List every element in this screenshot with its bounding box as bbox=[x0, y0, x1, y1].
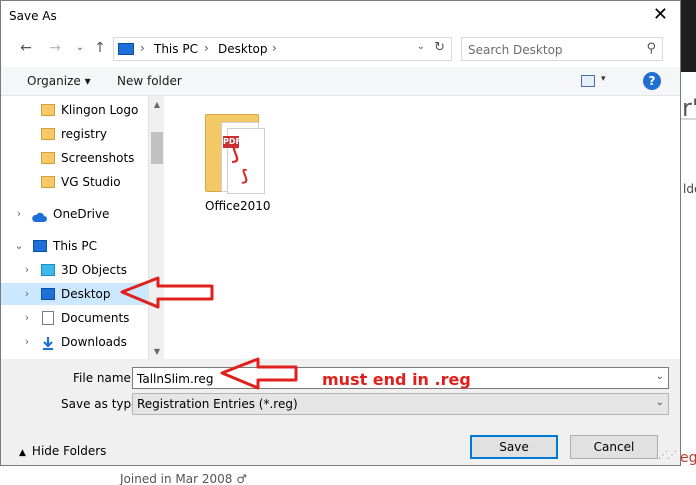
cube-icon bbox=[41, 264, 55, 276]
new-folder-button[interactable]: New folder bbox=[117, 74, 182, 88]
chevron-right-icon[interactable]: › bbox=[21, 283, 33, 305]
folder-icon bbox=[41, 128, 55, 140]
filetype-dropdown-icon[interactable]: ⌄ bbox=[656, 397, 664, 408]
file-name-label: Office2010 bbox=[205, 199, 271, 213]
pc-icon bbox=[33, 240, 47, 252]
tree-item-3d-objects[interactable]: › 3D Objects bbox=[1, 259, 148, 281]
background-footer bbox=[0, 466, 696, 485]
background-divider bbox=[681, 118, 696, 120]
tree-item-documents[interactable]: › Documents bbox=[1, 307, 148, 329]
forward-arrow-icon[interactable]: → bbox=[46, 39, 64, 57]
pdf-folder-icon: PDF ⟆ ⟆ bbox=[205, 114, 267, 194]
folder-icon bbox=[41, 104, 55, 116]
hide-folders-label: Hide Folders bbox=[31, 444, 107, 458]
view-options-icon[interactable] bbox=[581, 75, 595, 87]
filetype-select[interactable]: Registration Entries (*.reg) ⌄ bbox=[132, 393, 669, 415]
tree-item-label: This PC bbox=[53, 239, 97, 253]
save-button[interactable]: Save bbox=[470, 435, 558, 459]
search-box[interactable]: ⚲ bbox=[461, 37, 663, 61]
filename-label: File name: bbox=[73, 371, 135, 385]
chevron-down-icon[interactable]: ⌄ bbox=[13, 235, 25, 257]
tree-item-screenshots[interactable]: Screenshots bbox=[1, 147, 148, 169]
tree-item-label: Documents bbox=[61, 311, 130, 325]
file-item-office2010[interactable]: PDF ⟆ ⟆ Office2010 bbox=[197, 108, 277, 213]
back-arrow-icon[interactable]: ← bbox=[17, 39, 35, 57]
close-icon[interactable]: ✕ bbox=[653, 5, 668, 25]
breadcrumb-separator[interactable]: › bbox=[272, 41, 277, 55]
organize-button[interactable]: Organize ▾ bbox=[27, 74, 91, 88]
help-icon[interactable]: ? bbox=[643, 72, 661, 90]
window-title: Save As bbox=[9, 9, 57, 23]
hide-folders-button[interactable]: ▲ Hide Folders bbox=[19, 444, 106, 458]
filename-dropdown-icon[interactable]: ⌄ bbox=[656, 371, 664, 382]
tree-item-this-pc[interactable]: ⌄ This PC bbox=[1, 235, 148, 257]
document-icon bbox=[42, 311, 54, 325]
view-dropdown-icon[interactable]: ▾ bbox=[601, 74, 606, 84]
tree-item-label: registry bbox=[61, 127, 107, 141]
search-input[interactable] bbox=[468, 42, 638, 58]
file-list: PDF ⟆ ⟆ Office2010 bbox=[165, 96, 680, 360]
tree-scrollbar[interactable]: ▲ ▼ bbox=[148, 96, 164, 360]
chevron-right-icon[interactable]: › bbox=[21, 259, 33, 281]
screen: r's lde eg Joined in Mar 2008 ♂ Save As … bbox=[0, 0, 696, 485]
tree-item-desktop[interactable]: › Desktop bbox=[1, 283, 148, 305]
background-red-text: eg bbox=[680, 450, 696, 466]
filetype-value: Registration Entries (*.reg) bbox=[137, 397, 298, 411]
cancel-button[interactable]: Cancel bbox=[570, 435, 658, 459]
this-pc-icon bbox=[118, 43, 134, 55]
refresh-icon[interactable]: ↻ bbox=[434, 40, 445, 55]
tree-item-label: Desktop bbox=[61, 287, 111, 301]
background-page-header bbox=[681, 0, 696, 72]
breadcrumb-this-pc[interactable]: This PC bbox=[154, 42, 198, 56]
tree-item-klingon-logo[interactable]: Klingon Logo bbox=[1, 99, 148, 121]
background-side-text: lde bbox=[683, 182, 696, 196]
caret-up-icon: ▲ bbox=[19, 448, 26, 458]
recent-locations-icon[interactable]: ⌄ bbox=[71, 39, 89, 57]
tree-item-registry[interactable]: registry bbox=[1, 123, 148, 145]
address-bar[interactable]: › This PC › Desktop › ⌄ ↻ bbox=[113, 37, 452, 61]
folder-icon bbox=[41, 152, 55, 164]
scroll-down-icon[interactable]: ▼ bbox=[149, 347, 165, 356]
up-arrow-icon[interactable]: ↑ bbox=[91, 39, 109, 57]
tree-item-label: Screenshots bbox=[61, 151, 135, 165]
tree-item-label: Downloads bbox=[61, 335, 127, 349]
navigation-tree: Klingon Logo registry Screenshots VG Stu… bbox=[1, 96, 148, 360]
scroll-up-icon[interactable]: ▲ bbox=[149, 100, 165, 109]
background-joined-text: Joined in Mar 2008 ♂ bbox=[120, 472, 247, 485]
tree-item-onedrive[interactable]: › OneDrive bbox=[1, 203, 148, 225]
chevron-right-icon[interactable]: › bbox=[21, 331, 33, 353]
title-bar: Save As ✕ bbox=[1, 1, 680, 31]
tree-item-downloads[interactable]: › Downloads bbox=[1, 331, 148, 353]
command-bar: Organize ▾ New folder ▾ ? bbox=[1, 67, 680, 95]
tree-item-label: VG Studio bbox=[61, 175, 121, 189]
tree-item-label: Klingon Logo bbox=[61, 103, 139, 117]
background-page bbox=[681, 0, 696, 485]
breadcrumb-desktop[interactable]: Desktop bbox=[218, 42, 268, 56]
tree-item-vg-studio[interactable]: VG Studio bbox=[1, 171, 148, 193]
cloud-icon bbox=[31, 208, 47, 222]
resize-grip-icon[interactable]: ⋰⋰ bbox=[658, 450, 677, 461]
chevron-right-icon[interactable]: › bbox=[21, 307, 33, 329]
filetype-label: Save as type: bbox=[61, 397, 143, 411]
scrollbar-thumb[interactable] bbox=[151, 132, 163, 164]
folder-icon bbox=[41, 176, 55, 188]
tree-item-label: 3D Objects bbox=[61, 263, 128, 277]
breadcrumb-separator[interactable]: › bbox=[204, 41, 209, 55]
magnifier-icon[interactable]: ⚲ bbox=[646, 41, 656, 56]
chevron-right-icon[interactable]: › bbox=[13, 203, 25, 225]
desktop-icon bbox=[41, 288, 55, 300]
address-dropdown-icon[interactable]: ⌄ bbox=[417, 41, 425, 52]
annotation-text: must end in .reg bbox=[322, 370, 471, 389]
breadcrumb-separator[interactable]: › bbox=[140, 41, 145, 55]
save-as-dialog: Save As ✕ ← → ⌄ ↑ › This PC › Desktop › … bbox=[0, 0, 681, 466]
browser-pane: Klingon Logo registry Screenshots VG Stu… bbox=[1, 95, 680, 360]
download-icon bbox=[41, 336, 55, 350]
tree-item-label: OneDrive bbox=[53, 207, 110, 221]
